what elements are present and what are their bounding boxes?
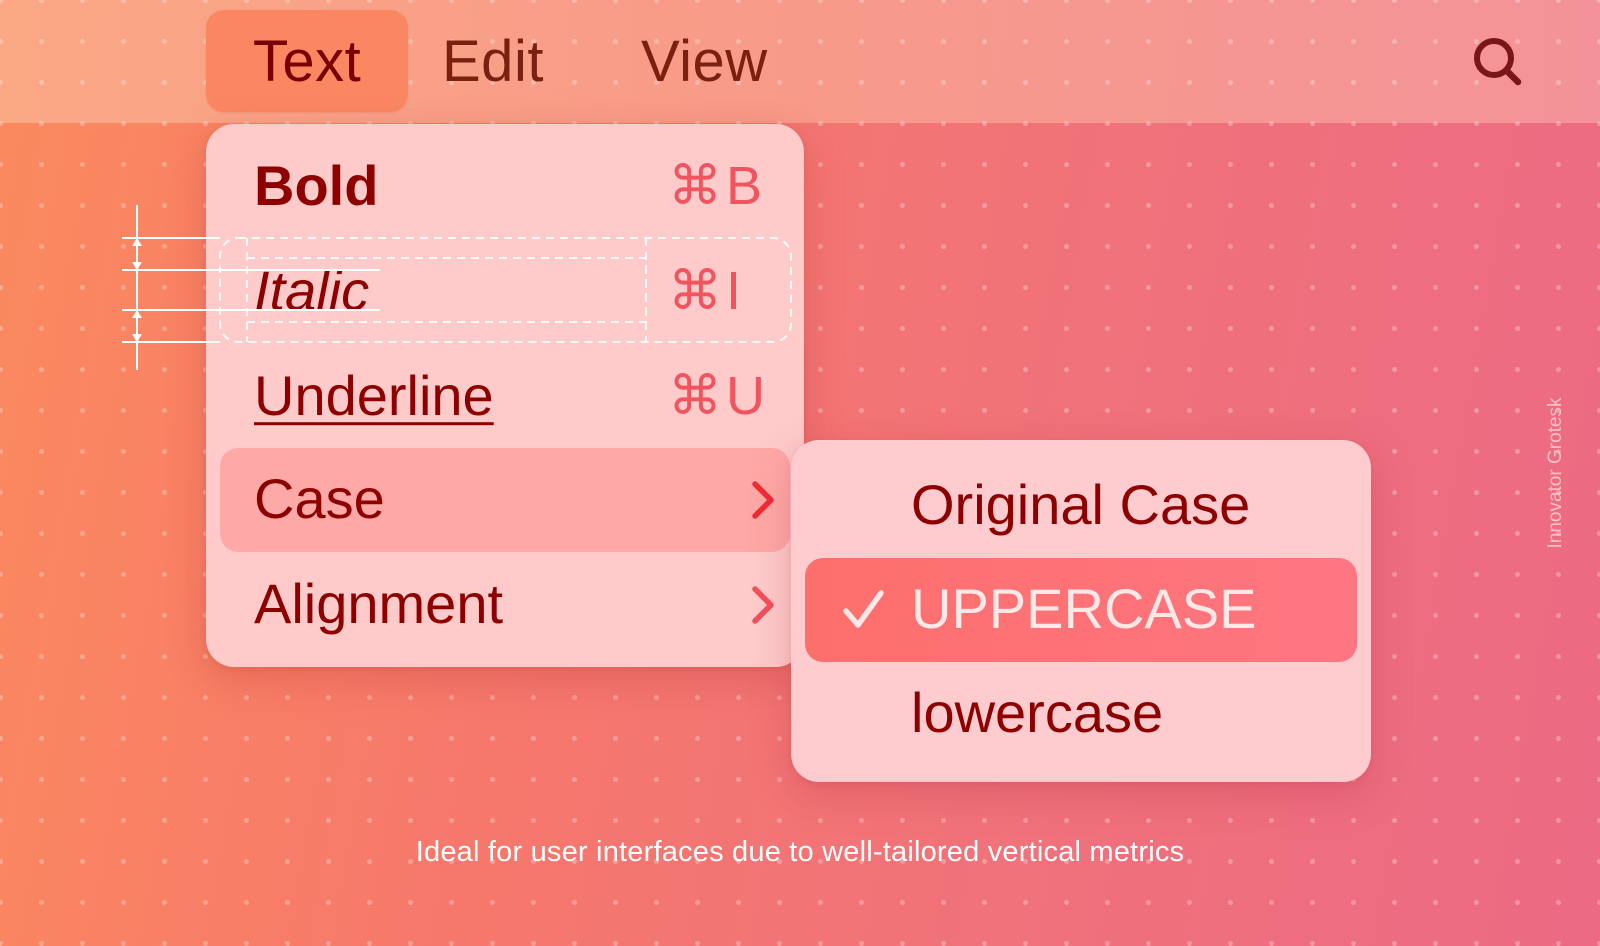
submenu-item-label: lowercase bbox=[911, 681, 1164, 745]
chevron-right-icon bbox=[752, 586, 774, 624]
menu-item-underline[interactable]: Underline ⌘U bbox=[220, 345, 790, 449]
case-submenu: Original Case UPPERCASE lowercase bbox=[791, 440, 1371, 782]
menu-item-alignment[interactable]: Alignment bbox=[220, 553, 790, 657]
text-menu: Bold ⌘B Italic ⌘I Underline ⌘U Case Alig… bbox=[206, 124, 804, 667]
chevron-right-icon bbox=[752, 481, 774, 519]
submenu-item-label: UPPERCASE bbox=[911, 577, 1257, 641]
menu-item-case[interactable]: Case bbox=[220, 448, 790, 552]
checkmark-icon bbox=[843, 590, 884, 628]
shortcut-bold: ⌘B bbox=[668, 156, 767, 217]
menu-item-label: Bold bbox=[254, 154, 379, 218]
menu-text[interactable]: Text bbox=[206, 10, 408, 112]
menu-item-label: Alignment bbox=[254, 572, 504, 636]
submenu-item-original-case[interactable]: Original Case bbox=[805, 454, 1357, 558]
submenu-item-label: Original Case bbox=[911, 473, 1251, 537]
menu-item-bold[interactable]: Bold ⌘B bbox=[220, 135, 790, 239]
submenu-item-lowercase[interactable]: lowercase bbox=[805, 662, 1357, 766]
search-button[interactable] bbox=[1470, 34, 1528, 92]
shortcut-underline: ⌘U bbox=[668, 366, 769, 427]
menu-item-label: Underline bbox=[254, 364, 494, 428]
menu-item-italic[interactable]: Italic ⌘I bbox=[220, 240, 790, 344]
search-icon bbox=[1474, 38, 1522, 86]
shortcut-italic: ⌘I bbox=[668, 261, 746, 322]
menu-view[interactable]: View bbox=[641, 10, 781, 112]
tagline: Ideal for user interfaces due to well-ta… bbox=[415, 836, 1185, 868]
menu-item-label: Case bbox=[254, 467, 385, 531]
menu-edit[interactable]: Edit bbox=[442, 10, 568, 112]
menu-item-label: Italic bbox=[254, 259, 370, 323]
submenu-item-uppercase[interactable]: UPPERCASE bbox=[805, 558, 1357, 662]
brand-name: Innovator Grotesk bbox=[1545, 397, 1566, 549]
